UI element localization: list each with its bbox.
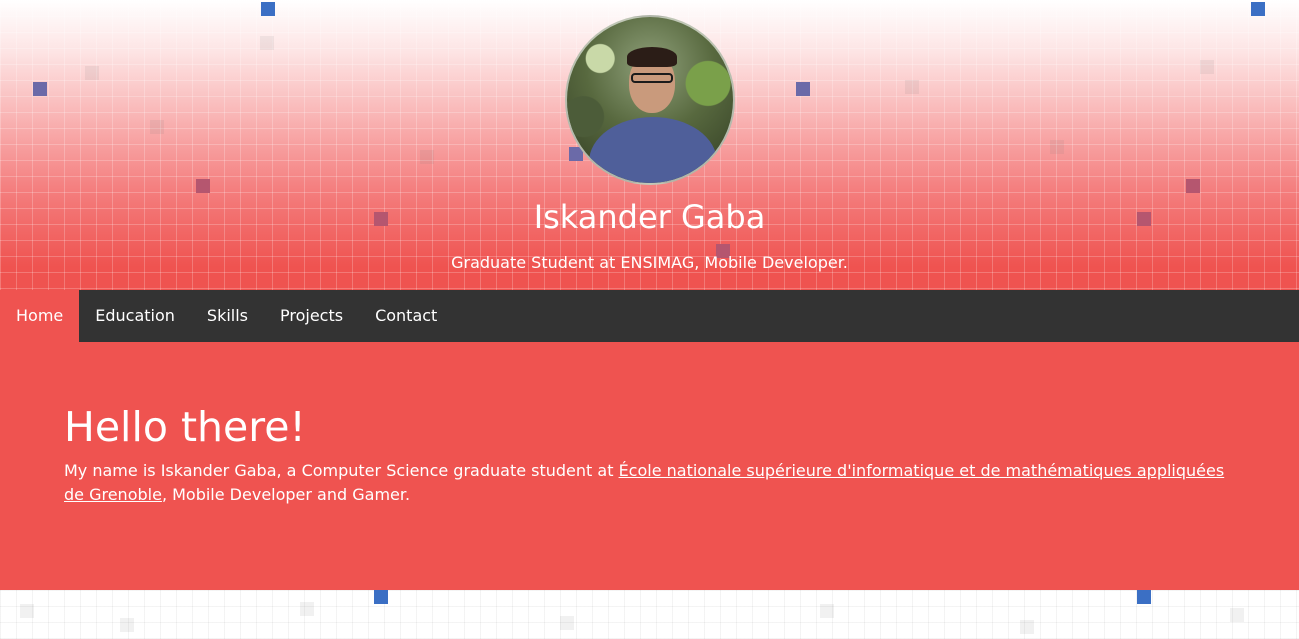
nav-item-home[interactable]: Home (0, 290, 80, 342)
profile-tagline: Graduate Student at ENSIMAG, Mobile Deve… (451, 253, 848, 272)
intro-text-end: , Mobile Developer and Gamer. (161, 485, 411, 505)
decor-tile (196, 179, 210, 193)
section-heading: Hello there! (64, 403, 306, 451)
decor-tile (1137, 590, 1151, 604)
decor-tile (1186, 179, 1200, 193)
profile-avatar (565, 15, 735, 185)
decor-tile (1251, 2, 1265, 16)
nav-item-education[interactable]: Education (79, 290, 191, 342)
footer-mosaic (0, 590, 1299, 639)
main-nav: Home Education Skills Projects Contact (0, 290, 1299, 342)
nav-item-projects[interactable]: Projects (264, 290, 359, 342)
header-banner: Iskander Gaba Graduate Student at ENSIMA… (0, 0, 1299, 290)
profile-name: Iskander Gaba (533, 198, 766, 236)
nav-item-skills[interactable]: Skills (191, 290, 264, 342)
decor-tile (261, 2, 275, 16)
home-section: Hello there! My name is Iskander Gaba, a… (0, 342, 1299, 590)
intro-text: My name is Iskander Gaba, a Computer Sci… (64, 461, 619, 481)
decor-tile (796, 82, 810, 96)
intro-paragraph: My name is Iskander Gaba, a Computer Sci… (64, 459, 1234, 507)
nav-item-contact[interactable]: Contact (359, 290, 453, 342)
decor-tile (33, 82, 47, 96)
decor-tile (374, 590, 388, 604)
